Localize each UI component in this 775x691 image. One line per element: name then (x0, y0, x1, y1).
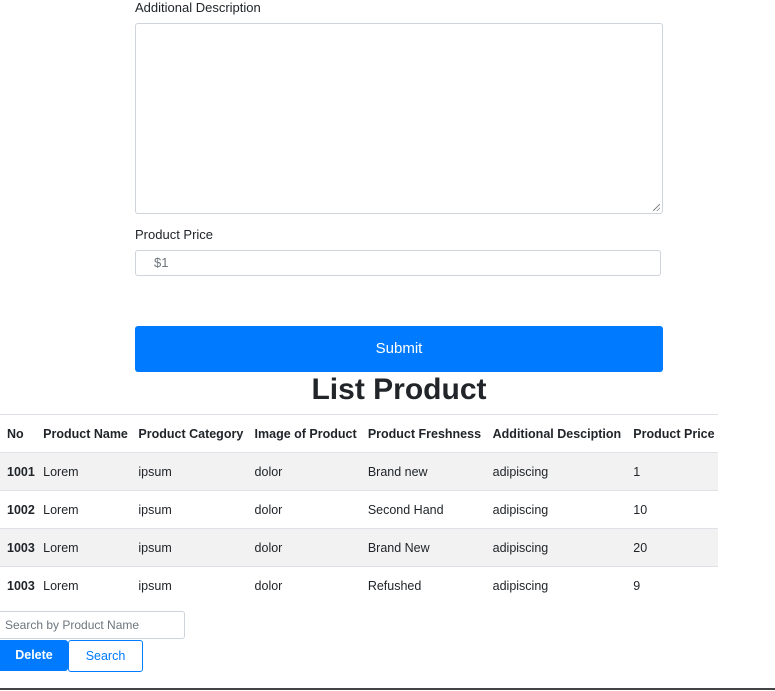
cell-description: adipiscing (485, 490, 627, 529)
column-header-no: No (0, 414, 37, 453)
price-input[interactable]: $1 (135, 250, 661, 276)
table-row: 1001 Lorem ipsum dolor Brand new adipisc… (0, 452, 718, 491)
cell-product-name: Lorem (36, 566, 132, 604)
cell-product-category: ipsum (131, 566, 248, 604)
cell-product-category: ipsum (131, 528, 248, 567)
search-input[interactable]: Search by Product Name (0, 611, 185, 639)
cell-price: 10 (626, 490, 718, 529)
cell-freshness: Refushed (360, 566, 486, 604)
column-header-image: Image of Product (247, 414, 361, 453)
cell-no: 1003 (0, 528, 37, 567)
cell-freshness: Brand new (360, 452, 486, 491)
delete-button[interactable]: Delete (0, 640, 68, 671)
column-header-product-name: Product Name (36, 414, 132, 453)
cell-description: adipiscing (485, 566, 627, 604)
cell-price: 1 (626, 452, 718, 491)
cell-product-name: Lorem (36, 528, 132, 567)
cell-price: 9 (626, 566, 718, 604)
cell-no: 1003 (0, 566, 37, 604)
column-header-price: Product Price (626, 414, 718, 453)
column-header-freshness: Product Freshness (360, 414, 486, 453)
cell-image: dolor (247, 452, 361, 491)
column-header-product-category: Product Category (131, 414, 248, 453)
description-textarea[interactable] (135, 23, 663, 214)
bottom-divider (0, 688, 775, 690)
submit-button[interactable]: Submit (135, 326, 663, 372)
table-row: 1003 Lorem ipsum dolor Brand New adipisc… (0, 528, 718, 567)
cell-image: dolor (247, 566, 361, 604)
cell-product-category: ipsum (131, 490, 248, 529)
column-header-description: Additional Desciption (485, 414, 627, 453)
table-header-row: No Product Name Product Category Image o… (0, 414, 718, 453)
product-table: No Product Name Product Category Image o… (0, 414, 718, 604)
cell-freshness: Brand New (360, 528, 486, 567)
table-row: 1003 Lorem ipsum dolor Refushed adipisci… (0, 566, 718, 604)
list-title: List Product (311, 373, 487, 406)
table-row: 1002 Lorem ipsum dolor Second Hand adipi… (0, 490, 718, 529)
cell-image: dolor (247, 490, 361, 529)
cell-image: dolor (247, 528, 361, 567)
cell-description: adipiscing (485, 452, 627, 491)
cell-no: 1001 (0, 452, 37, 491)
cell-price: 20 (626, 528, 718, 567)
cell-product-category: ipsum (131, 452, 248, 491)
search-button[interactable]: Search (68, 640, 143, 672)
cell-no: 1002 (0, 490, 37, 529)
cell-freshness: Second Hand (360, 490, 486, 529)
price-label: Product Price (135, 227, 214, 242)
description-label: Additional Description (135, 0, 261, 15)
resize-handle-icon[interactable] (653, 204, 660, 211)
cell-description: adipiscing (485, 528, 627, 567)
cell-product-name: Lorem (36, 452, 132, 491)
cell-product-name: Lorem (36, 490, 132, 529)
